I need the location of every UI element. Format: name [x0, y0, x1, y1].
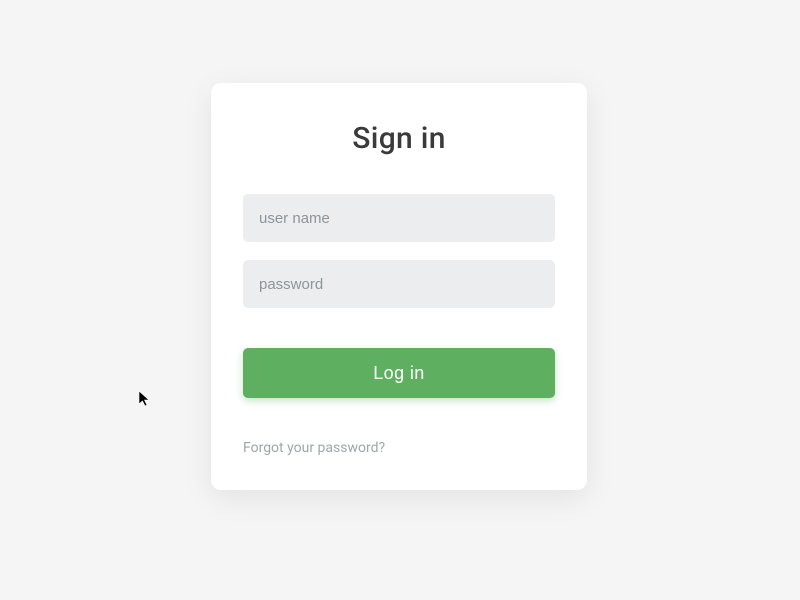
- forgot-password-link[interactable]: Forgot your password?: [243, 440, 385, 456]
- username-input[interactable]: [243, 194, 555, 242]
- signin-title: Sign in: [243, 121, 555, 156]
- login-card: Sign in Log in Forgot your password?: [211, 83, 587, 490]
- login-button[interactable]: Log in: [243, 348, 555, 398]
- cursor-icon: [138, 390, 152, 408]
- password-input[interactable]: [243, 260, 555, 308]
